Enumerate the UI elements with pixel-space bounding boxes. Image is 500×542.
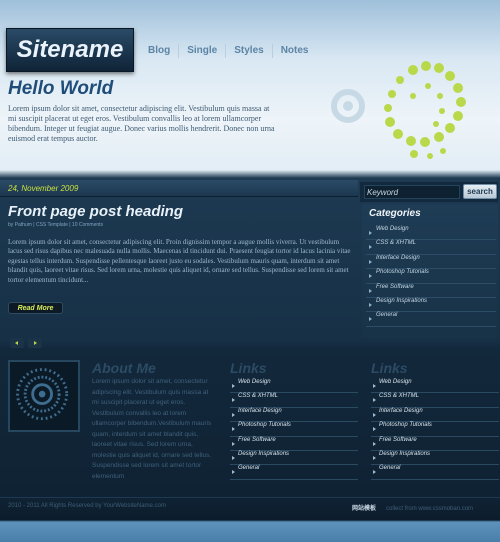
arrow-right-icon <box>369 274 372 279</box>
intro-text: Lorem ipsum dolor sit amet, consectetur … <box>8 104 275 143</box>
about-title: About Me <box>92 360 156 376</box>
arrow-right-icon <box>369 245 372 250</box>
footer-brand[interactable]: 网站模板 <box>352 506 376 512</box>
categories-list: Web Design CSS & XHTML Interface Design … <box>366 226 496 327</box>
post-navigation <box>10 338 42 348</box>
main-nav: Blog Single Styles Notes <box>140 44 317 58</box>
arrow-right-icon <box>373 412 376 417</box>
next-arrow-icon[interactable] <box>28 338 42 348</box>
link-css-xhtml[interactable]: CSS & XHTML <box>230 393 358 408</box>
link-design-inspirations[interactable]: Design Inspirations <box>230 451 358 466</box>
arrow-right-icon <box>369 259 372 264</box>
arrow-right-icon <box>373 441 376 446</box>
category-web-design[interactable]: Web Design <box>366 226 496 241</box>
links-title: Links <box>371 360 408 376</box>
link-design-inspirations[interactable]: Design Inspirations <box>371 451 499 466</box>
post-body: Lorem ipsum dolor sit amet, consectetur … <box>8 238 351 284</box>
nav-single[interactable]: Single <box>178 44 225 58</box>
arrow-right-icon <box>373 427 376 432</box>
category-design-inspirations[interactable]: Design Inspirations <box>366 298 496 313</box>
footer-divider <box>0 497 500 498</box>
link-free-software[interactable]: Free Software <box>230 437 358 451</box>
links-column-1: Links Web Design CSS & XHTML Interface D… <box>230 360 358 480</box>
categories-title: Categories <box>369 208 421 219</box>
arrow-right-icon <box>232 412 235 417</box>
category-general[interactable]: General <box>366 312 496 327</box>
arrow-right-icon <box>232 470 235 475</box>
links-column-2: Links Web Design CSS & XHTML Interface D… <box>371 360 499 480</box>
site-logo[interactable]: Sitename <box>6 28 134 72</box>
decorative-dots-graphic <box>331 61 466 159</box>
search-button[interactable]: search <box>463 184 497 199</box>
footer-credit-text[interactable]: collect from www.cssmoban.com <box>386 506 473 512</box>
links-title: Links <box>230 360 267 376</box>
about-text: Lorem ipsum dolor sit amet, consectetur … <box>92 378 212 480</box>
link-free-software[interactable]: Free Software <box>371 437 499 451</box>
arrow-right-icon <box>232 427 235 432</box>
category-interface-design[interactable]: Interface Design <box>366 255 496 270</box>
arrow-right-icon <box>369 317 372 322</box>
category-css-xhtml[interactable]: CSS & XHTML <box>366 240 496 255</box>
arrow-right-icon <box>369 302 372 307</box>
nav-notes[interactable]: Notes <box>271 44 317 58</box>
post-meta: by Pathum | CSS Template | 10 Comments <box>8 222 104 228</box>
previous-arrow-icon[interactable] <box>10 338 24 348</box>
arrow-right-icon <box>232 384 235 388</box>
post-date: 24, November 2009 <box>8 184 79 193</box>
arrow-right-icon <box>373 398 376 403</box>
post-heading[interactable]: Front page post heading <box>8 203 183 220</box>
link-css-xhtml[interactable]: CSS & XHTML <box>371 393 499 408</box>
link-web-design[interactable]: Web Design <box>371 379 499 394</box>
arrow-right-icon <box>373 455 376 460</box>
arrow-right-icon <box>369 288 372 293</box>
search-input[interactable] <box>364 185 460 199</box>
nav-styles[interactable]: Styles <box>225 44 271 58</box>
link-photoshop-tutorials[interactable]: Photoshop Tutorials <box>230 422 358 437</box>
category-free-software[interactable]: Free Software <box>366 284 496 298</box>
arrow-right-icon <box>369 231 372 235</box>
link-general[interactable]: General <box>230 465 358 480</box>
nav-blog[interactable]: Blog <box>140 44 178 58</box>
arrow-right-icon <box>232 455 235 460</box>
read-more-button[interactable]: Read More <box>8 302 63 314</box>
category-photoshop-tutorials[interactable]: Photoshop Tutorials <box>366 269 496 284</box>
link-interface-design[interactable]: Interface Design <box>371 408 499 423</box>
about-image <box>8 360 80 432</box>
arrow-right-icon <box>232 441 235 446</box>
arrow-right-icon <box>232 398 235 403</box>
link-web-design[interactable]: Web Design <box>230 379 358 394</box>
intro-title: Hello World <box>8 78 114 99</box>
arrow-right-icon <box>373 470 376 475</box>
link-interface-design[interactable]: Interface Design <box>230 408 358 423</box>
link-general[interactable]: General <box>371 465 499 480</box>
link-photoshop-tutorials[interactable]: Photoshop Tutorials <box>371 422 499 437</box>
arrow-right-icon <box>373 384 376 388</box>
footer-credit: 网站模板 collect from www.cssmoban.com <box>352 503 473 512</box>
copyright: 2010 - 2011 All Rights Reserved by YourW… <box>8 503 166 509</box>
